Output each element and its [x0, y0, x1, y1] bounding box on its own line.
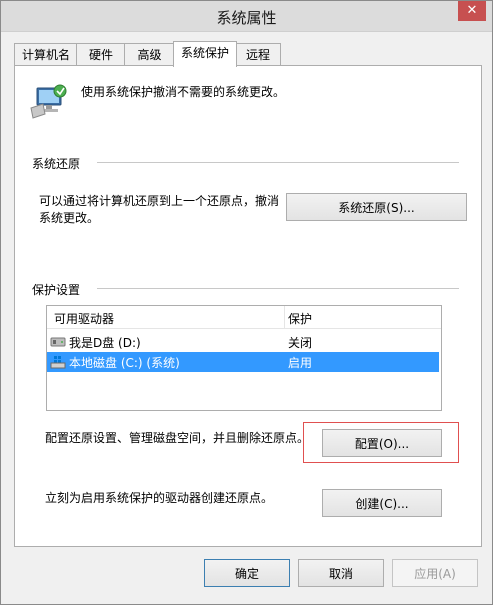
protection-settings-heading: 保护设置 [32, 283, 81, 297]
drive-protection-status: 关闭 [288, 336, 313, 350]
ok-button[interactable]: 确定 [204, 559, 290, 587]
column-separator[interactable] [284, 306, 285, 328]
system-restore-heading: 系统还原 [32, 157, 81, 171]
list-header: 可用驱动器 保护 [47, 306, 441, 329]
column-header-drives[interactable]: 可用驱动器 [54, 310, 114, 327]
drive-list[interactable]: 可用驱动器 保护 我是D盘 (D:) 关闭 本地磁盘 (C:) (系统) 启用 [46, 305, 442, 411]
tab-system-protection[interactable]: 系统保护 [173, 41, 237, 67]
drive-row-selected[interactable]: 本地磁盘 (C:) (系统) 启用 [47, 352, 439, 372]
create-button[interactable]: 创建(C)... [322, 489, 442, 517]
computer-protect-icon [30, 84, 67, 119]
window-title: 系统属性 [216, 9, 277, 27]
system-restore-button[interactable]: 系统还原(S)... [286, 193, 467, 221]
configure-button[interactable]: 配置(O)... [322, 429, 442, 457]
cancel-button[interactable]: 取消 [298, 559, 384, 587]
system-properties-window: 系统属性 ✕ 计算机名 硬件 高级 系统保护 远程 使用系统保护撤消不需要的系统… [0, 0, 493, 605]
column-header-protection[interactable]: 保护 [288, 310, 312, 327]
apply-button[interactable]: 应用(A) [392, 559, 478, 587]
tab-advanced[interactable]: 高级 [124, 43, 175, 66]
tab-remote[interactable]: 远程 [235, 43, 281, 66]
close-button[interactable]: ✕ [458, 1, 486, 21]
intro-text: 使用系统保护撤消不需要的系统更改。 [81, 85, 286, 99]
tab-hardware[interactable]: 硬件 [76, 43, 126, 66]
drive-protection-status: 启用 [288, 356, 313, 370]
drive-name: 本地磁盘 (C:) (系统) [69, 356, 180, 370]
removable-drive-icon [50, 337, 66, 347]
configure-description: 配置还原设置、管理磁盘空间，并且删除还原点。 [45, 431, 310, 445]
title-bar: 系统属性 ✕ [1, 1, 492, 32]
section-divider [97, 288, 459, 289]
create-description: 立刻为启用系统保护的驱动器创建还原点。 [45, 491, 274, 505]
restore-description-line2: 系统更改。 [39, 211, 100, 225]
section-divider [97, 162, 459, 163]
restore-description-line1: 可以通过将计算机还原到上一个还原点，撤消 [39, 194, 280, 208]
drive-name: 我是D盘 (D:) [69, 336, 141, 350]
tab-bar: 计算机名 硬件 高级 系统保护 远程 [14, 41, 484, 67]
tab-computer-name[interactable]: 计算机名 [14, 43, 78, 66]
windows-drive-icon [50, 356, 66, 369]
drive-row[interactable]: 我是D盘 (D:) 关闭 [47, 332, 439, 352]
